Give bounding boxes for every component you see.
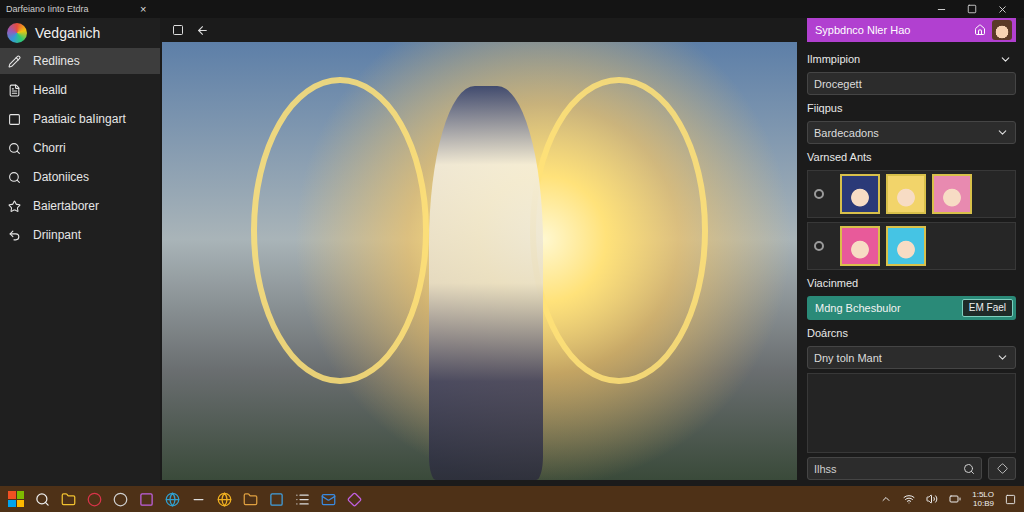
action-button[interactable]: EM Fael (962, 299, 1013, 317)
variant-group[interactable] (807, 170, 1016, 218)
radio-button[interactable] (814, 189, 824, 199)
section-label: Fiiqpus (807, 99, 1016, 117)
section-label: Doárcns (807, 324, 1016, 342)
window-title: Darfeiano Iinto Etdra (6, 4, 134, 14)
section-label: Varnsed Ants (807, 148, 1016, 166)
radio-button[interactable] (814, 241, 824, 251)
sidebar-item-icon (8, 55, 21, 68)
variant-thumbnail[interactable] (932, 174, 972, 214)
taskbar-app-icon[interactable] (191, 492, 206, 507)
avatar-icon[interactable] (992, 20, 1012, 40)
chevron-down-icon (996, 351, 1009, 364)
main-area (160, 18, 805, 486)
status-bar[interactable]: Mdng BchesbulorEM Fael (807, 296, 1016, 320)
taskbar-app-icon[interactable] (243, 492, 258, 507)
sidebar-item-icon (8, 113, 21, 126)
light-ring (251, 77, 429, 384)
sidebar-item[interactable]: Paatiaic baIingart (0, 106, 160, 132)
section-label[interactable]: Ilmmpipion (807, 50, 1016, 68)
volume-icon[interactable] (926, 493, 938, 505)
documents-list (807, 373, 1016, 453)
sidebar-item[interactable]: Healld (0, 77, 160, 103)
start-icon[interactable] (8, 491, 24, 507)
minimize-icon[interactable] (936, 4, 947, 15)
character-figure (429, 86, 543, 480)
taskbar-app-icon[interactable] (295, 492, 310, 507)
taskbar-app-icon[interactable] (87, 492, 102, 507)
app-logo: Vedganich (0, 20, 160, 46)
home-icon[interactable] (974, 24, 986, 36)
taskbar-app-icon[interactable] (217, 492, 232, 507)
illumination-field[interactable]: Drocegett (807, 72, 1016, 95)
sidebar-item-icon (8, 200, 21, 213)
wifi-icon[interactable] (903, 493, 915, 505)
variant-thumbnail[interactable] (840, 226, 880, 266)
title-bar: Darfeiano Iinto Etdra × (0, 0, 1024, 18)
search-icon[interactable] (35, 492, 50, 507)
window-controls (936, 4, 1018, 15)
panel-header: Sypbdnco Nler Hao (807, 18, 1016, 42)
close-icon[interactable] (997, 4, 1008, 15)
variant-thumbnail[interactable] (840, 174, 880, 214)
taskbar-app-icon[interactable] (321, 492, 336, 507)
section-label: Viacinmed (807, 274, 1016, 292)
app-name: Vedganich (35, 25, 100, 41)
taskbar-app-icon[interactable] (113, 492, 128, 507)
taskbar-app-icon[interactable] (269, 492, 284, 507)
sidebar: Vedganich Redlines Healld Paatiaic baIingar… (0, 18, 160, 486)
battery-icon[interactable] (949, 493, 961, 505)
chevron-down-icon (996, 126, 1009, 139)
chevron-down-icon (999, 53, 1012, 66)
properties-panel: Sypbdnco Nler Hao Ilmmpipion Drocegett Fiiq… (805, 18, 1024, 486)
taskbar: 1:5LO10:B9 (0, 486, 1024, 512)
taskbar-app-icon[interactable] (165, 492, 180, 507)
diamond-icon (997, 463, 1008, 474)
light-ring (530, 77, 708, 384)
variant-thumbnail[interactable] (886, 174, 926, 214)
variant-group[interactable] (807, 222, 1016, 270)
sidebar-item[interactable]: Redlines (0, 48, 160, 74)
notification-icon[interactable] (1005, 494, 1016, 505)
frame-icon[interactable] (172, 24, 184, 36)
sidebar-item-icon (8, 171, 21, 184)
filters-dropdown[interactable]: Bardecadons (807, 121, 1016, 144)
search-field[interactable]: Ilhss (807, 457, 982, 480)
artwork-image (162, 42, 797, 480)
logo-icon (7, 23, 27, 43)
sidebar-item-icon (8, 84, 21, 97)
variant-thumbnail[interactable] (886, 226, 926, 266)
tab-close-button[interactable]: × (140, 3, 146, 15)
clock[interactable]: 1:5LO10:B9 (972, 490, 994, 508)
sidebar-item[interactable]: Driinpant (0, 222, 160, 248)
sidebar-item-icon (8, 142, 21, 155)
toolbar (162, 18, 797, 42)
sidebar-item[interactable]: Datoniices (0, 164, 160, 190)
options-button[interactable] (988, 457, 1016, 480)
sidebar-item[interactable]: Baiertaborer (0, 193, 160, 219)
app-window: Darfeiano Iinto Etdra × Vedganich Redlines H… (0, 0, 1024, 512)
taskbar-app-icon[interactable] (139, 492, 154, 507)
sidebar-item[interactable]: Chorri (0, 135, 160, 161)
taskbar-app-icon[interactable] (61, 492, 76, 507)
taskbar-app-icon[interactable] (347, 492, 362, 507)
maximize-icon[interactable] (967, 4, 977, 14)
tray-expand-icon[interactable] (880, 493, 892, 505)
sidebar-item-icon (8, 229, 21, 242)
documents-dropdown[interactable]: Dny toln Mant (807, 346, 1016, 369)
search-icon (963, 463, 975, 475)
back-arrow-icon[interactable] (196, 24, 209, 37)
